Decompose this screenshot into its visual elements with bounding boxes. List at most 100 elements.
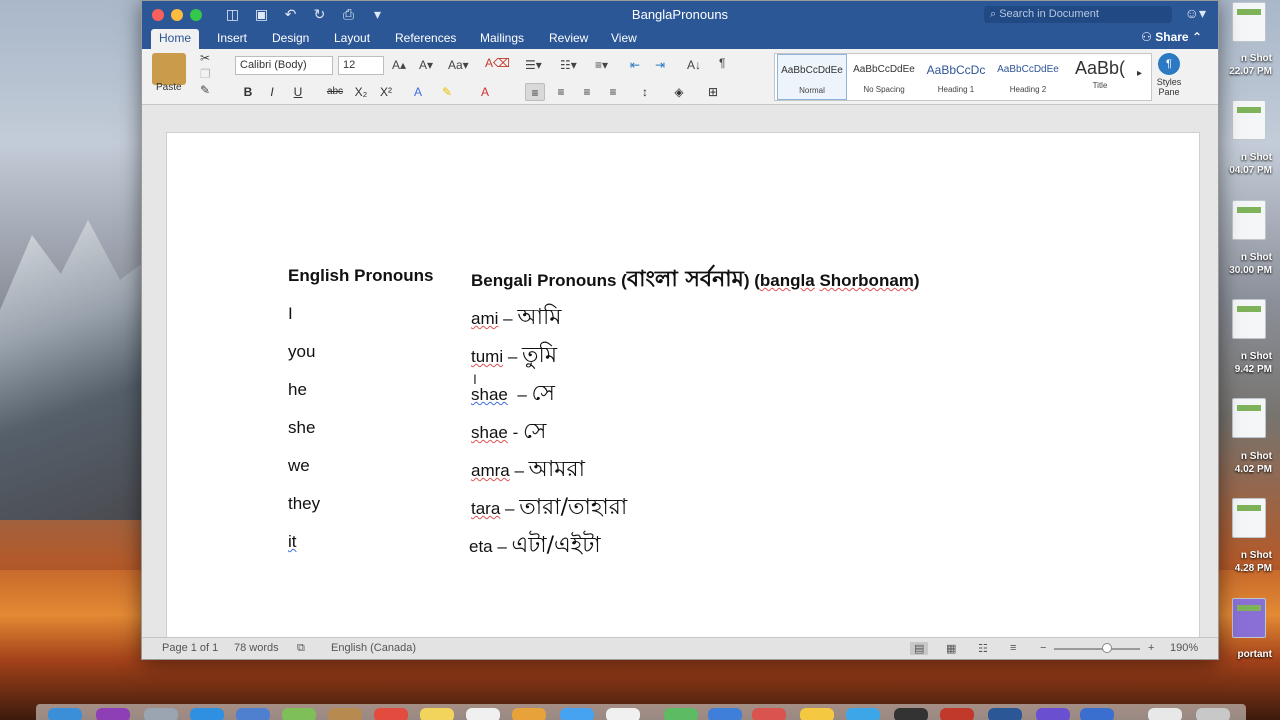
sort-icon[interactable]: A↓ [687,58,701,72]
outline-view-icon[interactable]: ☷ [978,642,988,655]
zoom-out-icon[interactable]: − [1040,642,1046,654]
desktop-file-label[interactable]: portant [1216,648,1272,661]
decrease-indent-icon[interactable]: ⇤ [630,58,640,72]
file-icon[interactable] [1232,200,1266,240]
tab-layout[interactable]: Layout [326,29,378,49]
finder-icon[interactable] [48,708,82,720]
imovie-icon[interactable] [1036,708,1070,720]
tab-insert[interactable]: Insert [209,29,255,49]
proofing-icon[interactable]: ⧉ [297,642,305,655]
borders-icon[interactable]: ⊞ [703,83,723,101]
siri-icon[interactable] [96,708,130,720]
align-center-icon[interactable]: ≡ [551,83,571,101]
shading-icon[interactable]: ◈ [669,83,689,101]
account-icon[interactable]: ☺▾ [1185,5,1206,22]
web-layout-view-icon[interactable]: ▦ [946,642,956,655]
desktop-file-label[interactable]: n Shot [1216,151,1272,164]
music-icon[interactable] [752,708,786,720]
search-in-document-field[interactable]: ⌕ Search in Document [984,6,1172,23]
text-effects-icon[interactable]: A [408,83,428,101]
tab-view[interactable]: View [603,29,645,49]
share-button[interactable]: ⚇ Share ⌃ [1141,30,1202,44]
powerpoint-icon[interactable] [940,708,974,720]
folder-icon[interactable] [1080,708,1114,720]
desktop-file-label[interactable]: 04.07 PM [1216,164,1272,177]
zoom-slider[interactable] [1054,643,1140,653]
italic-icon[interactable]: I [262,83,282,101]
cut-icon[interactable]: ✂ [200,51,210,65]
grow-font-icon[interactable]: A▴ [392,58,406,72]
styles-pane-button[interactable]: ¶ Styles Pane [1154,53,1184,97]
tab-review[interactable]: Review [541,29,596,49]
justify-icon[interactable]: ≡ [603,83,623,101]
strikethrough-icon[interactable]: abc [325,83,345,101]
copy-icon[interactable]: ❐ [200,67,211,81]
books-icon[interactable] [800,708,834,720]
file-icon[interactable] [1232,299,1266,339]
tab-references[interactable]: References [387,29,464,49]
zoom-level[interactable]: 190% [1170,642,1198,654]
zoom-slider-thumb[interactable] [1102,643,1112,653]
multilevel-list-icon[interactable]: ≡▾ [595,58,608,72]
numbers-icon[interactable] [664,708,698,720]
trash-icon[interactable] [1196,708,1230,720]
launchpad-icon[interactable] [144,708,178,720]
draft-view-icon[interactable]: ≡ [1010,642,1016,654]
contacts-icon[interactable] [328,708,362,720]
safari-icon[interactable] [190,708,224,720]
desktop-file-label[interactable]: n Shot [1216,450,1272,463]
bold-icon[interactable]: B [238,83,258,101]
terminal-icon[interactable] [894,708,928,720]
desktop-file-label[interactable]: 30.00 PM [1216,264,1272,277]
calendar-icon[interactable] [374,708,408,720]
underline-icon[interactable]: U [288,83,308,101]
file-icon[interactable] [1232,498,1266,538]
style-normal[interactable]: AaBbCcDdEe Normal [777,54,847,100]
font-color-icon[interactable]: A [475,83,495,101]
word-icon[interactable] [988,708,1022,720]
style-heading-2[interactable]: AaBbCcDdEe Heading 2 [993,54,1063,100]
font-name-field[interactable]: Calibri (Body) [235,56,333,75]
print-layout-view-icon[interactable]: ▤ [910,642,929,655]
app-store-icon[interactable] [708,708,742,720]
style-no-spacing[interactable]: AaBbCcDdEe No Spacing [849,54,919,100]
increase-indent-icon[interactable]: ⇥ [655,58,665,72]
shrink-font-icon[interactable]: A▾ [419,58,433,72]
paste-icon[interactable] [152,53,186,85]
desktop-file-label[interactable]: 4.02 PM [1216,463,1272,476]
maps-icon[interactable] [282,708,316,720]
desktop-file-label[interactable]: n Shot [1216,52,1272,65]
style-heading-1[interactable]: AaBbCcDc Heading 1 [921,54,991,100]
word-count[interactable]: 78 words [234,642,279,654]
tab-mailings[interactable]: Mailings [472,29,532,49]
file-icon[interactable] [1232,398,1266,438]
messages-icon[interactable] [560,708,594,720]
desktop-file-label[interactable]: 9.42 PM [1216,363,1272,376]
tab-home[interactable]: Home [151,29,200,49]
show-formatting-icon[interactable]: ¶ [719,56,725,70]
align-right-icon[interactable]: ≡ [577,83,597,101]
styles-more-icon[interactable]: ▸ [1137,68,1142,79]
bullets-icon[interactable]: ☰▾ [525,58,542,72]
system-preferences-icon[interactable] [846,708,880,720]
file-icon[interactable] [1232,2,1266,42]
language-indicator[interactable]: English (Canada) [331,642,416,654]
change-case-icon[interactable]: Aa▾ [448,58,469,72]
highlight-icon[interactable]: ✎ [437,83,457,101]
style-title[interactable]: AaBb( Title [1065,54,1135,100]
subscript-icon[interactable]: X₂ [351,83,371,101]
superscript-icon[interactable]: X² [376,83,396,101]
mail-icon[interactable] [236,708,270,720]
photos-icon[interactable] [512,708,546,720]
desktop-file-label[interactable]: 22.07 PM [1216,65,1272,78]
desktop-file-label[interactable]: 4.28 PM [1216,562,1272,575]
preview-icon[interactable] [606,708,640,720]
file-icon[interactable] [1232,598,1266,638]
align-left-icon[interactable]: ≡ [525,83,545,101]
reminders-icon[interactable] [466,708,500,720]
file-icon[interactable] [1232,100,1266,140]
downloads-icon[interactable] [1148,708,1182,720]
desktop-file-label[interactable]: n Shot [1216,251,1272,264]
font-size-field[interactable]: 12 [338,56,384,75]
desktop-file-label[interactable]: n Shot [1216,549,1272,562]
